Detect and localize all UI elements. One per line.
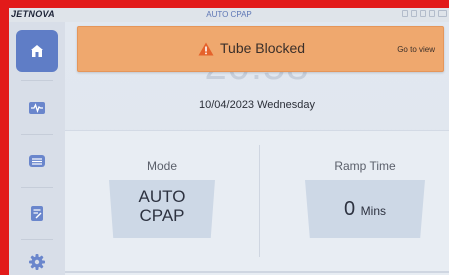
- panel-divider: [259, 145, 260, 257]
- ramp-time-unit: Mins: [360, 204, 387, 218]
- mode-value-line1: AUTO: [138, 187, 186, 206]
- sidebar-divider: [21, 187, 53, 188]
- mode-value: AUTO CPAP: [109, 187, 215, 225]
- waveform-icon: [29, 102, 45, 114]
- alarm-message: Tube Blocked: [220, 40, 306, 56]
- alarm-banner[interactable]: Tube Blocked Go to view: [77, 26, 444, 72]
- ramp-time-value: 0 Mins: [305, 187, 425, 233]
- sidebar-item-data[interactable]: [16, 140, 58, 182]
- alarm-bell-icon: [402, 10, 408, 17]
- mode-title: AUTO CPAP: [206, 10, 252, 19]
- sidebar-item-home[interactable]: [16, 30, 58, 72]
- list-icon: [29, 155, 45, 167]
- sidebar-divider: [21, 134, 53, 135]
- report-icon: [31, 205, 43, 221]
- bottom-divider: [65, 271, 449, 273]
- sidebar-divider: [21, 239, 53, 240]
- battery-icon: [438, 10, 447, 17]
- sidebar-item-settings[interactable]: [16, 241, 58, 275]
- bluetooth-icon: [420, 10, 426, 17]
- status-bar: JETNOVA AUTO CPAP: [9, 8, 449, 22]
- sidebar-item-monitor[interactable]: [16, 87, 58, 129]
- main-panel: 20:58 10/04/2023 Wednesday Tube Blocked …: [65, 22, 449, 275]
- ramp-time-number: 0: [343, 198, 356, 220]
- parameter-panel: Mode AUTO CPAP Ramp Time 0 Mins: [65, 130, 449, 275]
- go-to-view-link[interactable]: Go to view: [397, 45, 435, 54]
- mode-label: Mode: [146, 159, 178, 173]
- sd-card-icon: [429, 10, 435, 17]
- sidebar-divider: [21, 80, 53, 81]
- wifi-icon: [411, 10, 417, 17]
- mode-value-line2: CPAP: [139, 206, 185, 225]
- date-display: 10/04/2023 Wednesday: [199, 99, 315, 111]
- sidebar: [9, 22, 65, 275]
- device-screen: JETNOVA AUTO CPAP 10/04/2023 Wednesday T…: [9, 8, 449, 275]
- home-icon: [31, 45, 43, 57]
- sidebar-item-report[interactable]: [16, 192, 58, 234]
- gear-icon: [29, 254, 45, 270]
- status-icons: [402, 10, 447, 17]
- warning-icon: [198, 42, 214, 56]
- ramp-time-label: Ramp Time: [334, 159, 396, 173]
